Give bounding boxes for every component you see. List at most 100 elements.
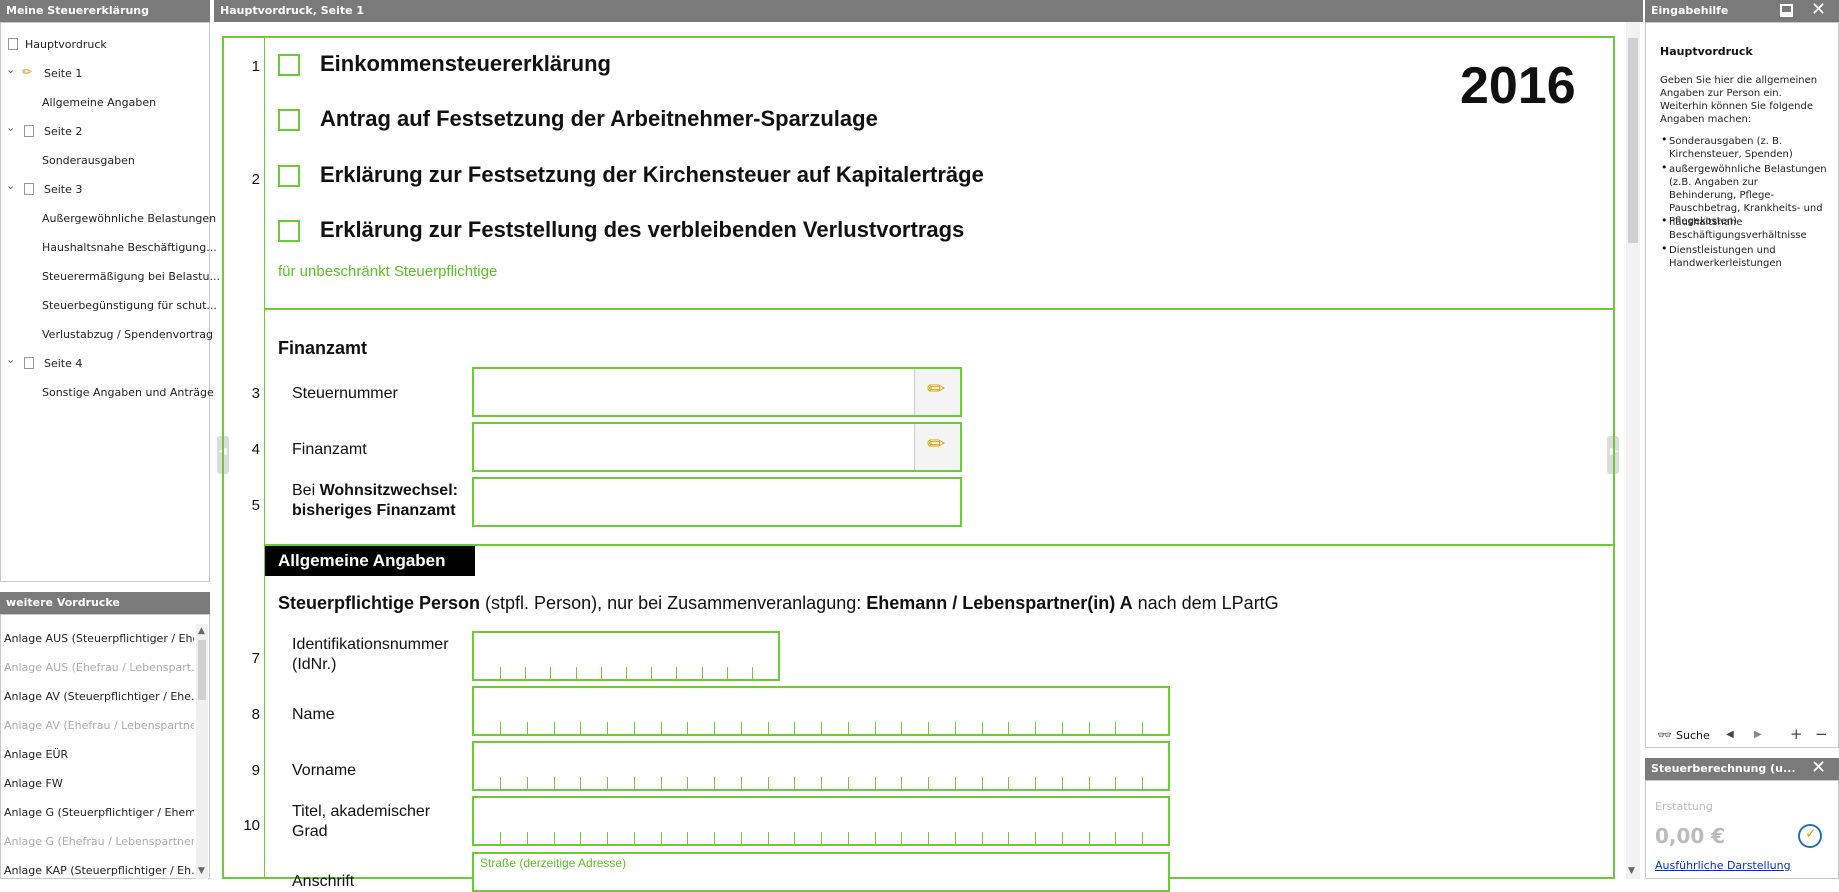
steuernummer-input[interactable]: ✏ — [472, 367, 962, 417]
help-heading: Hauptvordruck — [1660, 45, 1753, 58]
tick-mark — [580, 722, 582, 734]
anschrift-label: Anschrift — [292, 873, 355, 890]
tree-item[interactable]: Allgemeine Angaben — [42, 96, 156, 109]
forms-scroll-down-icon[interactable]: ▼ — [198, 866, 205, 876]
list-item[interactable]: Anlage AV (Steuerpflichtiger / Ehe... — [4, 690, 194, 703]
chevron-down-icon[interactable]: ⌄ — [6, 121, 15, 134]
list-item[interactable]: Anlage FW — [4, 777, 194, 790]
tree-item[interactable]: Hauptvordruck — [25, 38, 107, 51]
forms-scroll-thumb[interactable] — [198, 640, 206, 700]
chevron-down-icon[interactable]: ⌄ — [6, 63, 15, 76]
result-label: Erstattung — [1655, 800, 1713, 813]
tick-mark — [500, 777, 501, 789]
list-item[interactable]: Anlage KAP (Steuerpflichtiger / Eh... — [4, 864, 194, 877]
main-scroll-thumb[interactable] — [1628, 38, 1638, 243]
steuernummer-label: Steuernummer — [292, 385, 398, 402]
list-item[interactable]: Anlage G (Steuerpflichtiger / Ehem... — [4, 806, 194, 819]
tick-mark — [714, 722, 715, 734]
checkbox-sparzulage[interactable] — [278, 109, 300, 131]
search-link[interactable]: Suche — [1676, 729, 1710, 742]
tick-mark — [874, 722, 876, 734]
list-item[interactable]: Anlage AUS (Ehefrau / Lebenspart... — [4, 661, 194, 674]
tick-mark — [526, 777, 528, 789]
checkbox-verlustvortrag[interactable] — [278, 220, 300, 242]
tick-mark — [821, 832, 822, 844]
name-char-ticks — [474, 722, 1168, 734]
tick-mark — [607, 722, 608, 734]
tick-mark — [1115, 722, 1117, 734]
finanzamt-heading: Finanzamt — [278, 338, 368, 358]
tree-item[interactable]: Sonderausgaben — [42, 154, 135, 167]
vorname-input[interactable] — [472, 741, 1170, 791]
list-item[interactable]: Anlage AV (Ehefrau / Lebenspartne... — [4, 719, 194, 732]
tree-item[interactable]: Steuerermäßigung bei Belastu... — [42, 270, 220, 283]
tree-item[interactable]: Seite 4 — [44, 357, 82, 370]
chevron-down-icon[interactable]: ⌄ — [6, 179, 15, 192]
tick-mark — [847, 777, 849, 789]
bisheriges-finanzamt-input[interactable] — [472, 477, 962, 527]
titel-char-ticks — [474, 832, 1168, 844]
text-part: (stpfl. Person), nur bei Zusammenveranla… — [480, 593, 867, 613]
tick-mark — [874, 777, 876, 789]
row-number: 3 — [251, 385, 260, 402]
forms-panel-title: weitere Vordrucke — [0, 592, 210, 614]
tick-mark — [1115, 777, 1117, 789]
tree-item[interactable]: Außergewöhnliche Belastungen — [42, 212, 216, 225]
refresh-clock-icon[interactable]: ✓ — [1798, 824, 1822, 848]
tick-mark — [580, 777, 582, 789]
zoom-out-icon[interactable]: − — [1815, 725, 1828, 743]
tick-mark — [767, 832, 769, 844]
calc-close-icon[interactable]: ✕ — [1811, 757, 1826, 778]
close-icon[interactable]: ✕ — [1811, 0, 1826, 20]
tree-item[interactable]: Haushaltsnahe Beschäftigung... — [42, 241, 217, 254]
list-item[interactable]: Anlage AUS (Steuerpflichtiger / Ehe... — [4, 632, 194, 645]
tick-mark — [526, 832, 528, 844]
tick-mark — [1035, 832, 1036, 844]
main-scroll-down-icon[interactable]: ▼ — [1628, 866, 1635, 876]
detail-link[interactable]: Ausführliche Darstellung — [1655, 859, 1791, 872]
tick-mark — [714, 832, 715, 844]
tree-item[interactable]: Seite 1 — [44, 67, 82, 80]
tick-mark — [901, 832, 903, 844]
tree-item[interactable]: Seite 3 — [44, 183, 82, 196]
tree-item[interactable]: Sonstige Angaben und Anträge — [42, 386, 214, 399]
finanzamt-edit-button[interactable]: ✏ — [914, 424, 960, 470]
tick-mark — [626, 667, 627, 679]
checkbox-einkommensteuererklaerung[interactable] — [278, 54, 300, 76]
row-number: 1 — [251, 58, 260, 75]
name-input[interactable] — [472, 686, 1170, 736]
row-number: 10 — [243, 817, 260, 834]
tree-panel-title: Meine Steuererklärung — [0, 0, 210, 22]
row-number: 2 — [251, 171, 260, 188]
titel-input[interactable] — [472, 796, 1170, 846]
tick-mark — [1008, 722, 1010, 734]
tree-item[interactable]: Verlustabzug / Spendenvortrag — [42, 328, 213, 341]
zoom-in-icon[interactable]: + — [1790, 725, 1803, 743]
tick-mark — [954, 722, 956, 734]
tick-mark — [847, 832, 849, 844]
idnr-input[interactable] — [472, 631, 780, 681]
strasse-input[interactable]: Straße (derzeitige Adresse) — [472, 852, 1170, 892]
tree-item[interactable]: Seite 2 — [44, 125, 82, 138]
idnr-char-ticks — [474, 667, 778, 679]
checkbox-kirchensteuer[interactable] — [278, 165, 300, 187]
row-number: 9 — [251, 762, 260, 779]
tick-mark — [794, 832, 796, 844]
titel-label: Titel, akademischer Grad — [292, 803, 431, 840]
row-number: 8 — [251, 706, 260, 723]
chevron-down-icon[interactable]: ⌄ — [6, 353, 15, 366]
tick-mark — [740, 722, 742, 734]
list-item[interactable]: Anlage G (Ehefrau / Lebenspartner... — [4, 835, 194, 848]
steuernummer-edit-button[interactable]: ✏ — [914, 369, 960, 415]
strasse-hint: Straße (derzeitige Adresse) — [480, 856, 627, 870]
form-section-divider-1 — [264, 308, 1615, 310]
tick-mark — [701, 667, 703, 679]
tree-item[interactable]: Steuerbegünstigung für schut... — [42, 299, 217, 312]
finanzamt-input[interactable]: ✏ — [472, 422, 962, 472]
list-item[interactable]: Anlage EÜR — [4, 748, 194, 761]
next-icon[interactable]: ▶ — [1754, 729, 1762, 740]
minimize-icon[interactable] — [1780, 4, 1793, 17]
previous-icon[interactable]: ◀ — [1726, 729, 1734, 740]
forms-scroll-up-icon[interactable]: ▲ — [198, 626, 205, 636]
tick-mark — [500, 667, 501, 679]
